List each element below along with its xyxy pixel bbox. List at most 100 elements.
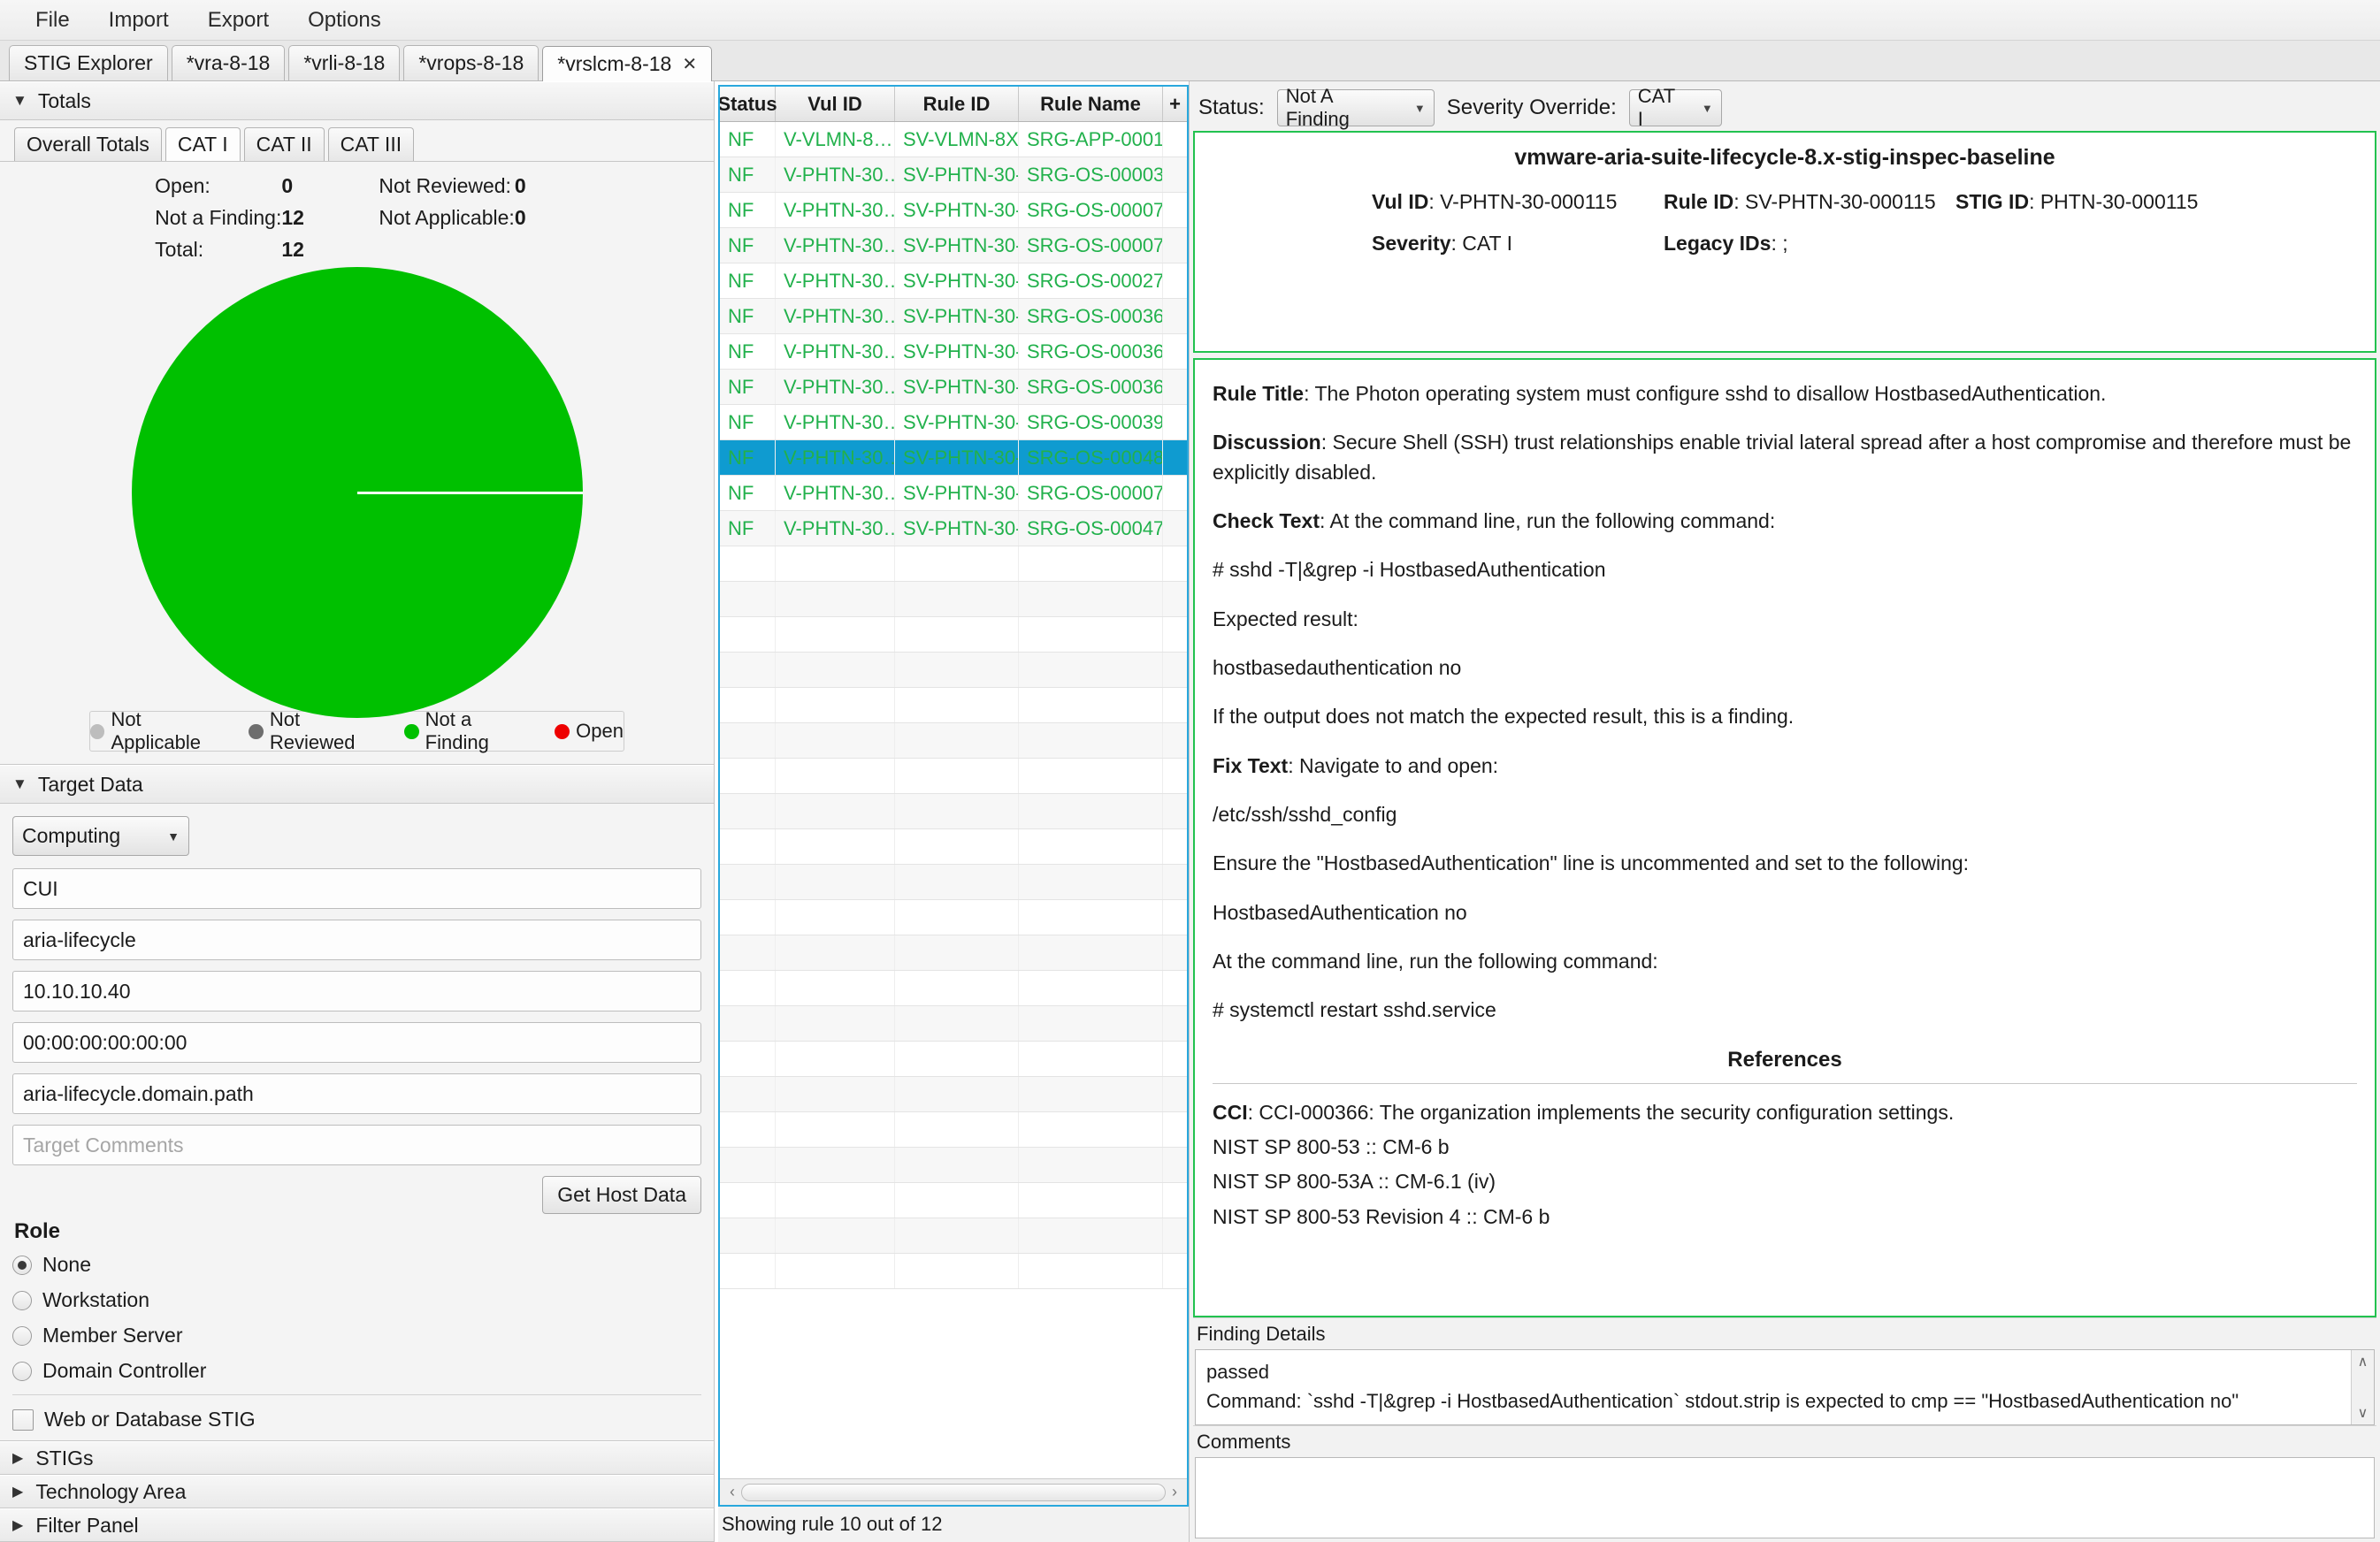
target-comments-input[interactable]: Target Comments — [12, 1125, 701, 1165]
table-row-empty[interactable] — [720, 865, 1187, 900]
scroll-right-icon[interactable]: › — [1166, 1483, 1183, 1501]
cat-tab-cat1[interactable]: CAT I — [165, 127, 241, 161]
cat-tab-cat2[interactable]: CAT II — [243, 127, 325, 161]
column-header-vul-id[interactable]: Vul ID — [776, 87, 895, 121]
cell-empty — [720, 1077, 776, 1111]
stigs-section-title: STIGs — [35, 1446, 94, 1469]
rule-grid-horizontal-scrollbar[interactable]: ‹ › — [720, 1478, 1187, 1505]
table-row-empty[interactable] — [720, 617, 1187, 653]
ip-address-input[interactable]: 10.10.10.40 — [12, 971, 701, 1011]
divider — [12, 1394, 701, 1395]
table-row-empty[interactable] — [720, 723, 1187, 759]
chevron-down-icon: ▼ — [12, 92, 27, 109]
web-or-db-stig-checkbox-row[interactable]: Web or Database STIG — [12, 1408, 701, 1431]
cell-empty — [720, 688, 776, 722]
table-row-empty[interactable] — [720, 971, 1187, 1006]
role-radio-member-server[interactable]: Member Server — [12, 1324, 701, 1347]
table-row[interactable]: NFV-PHTN-30…SV-PHTN-30-…SRG-OS-00048… — [720, 440, 1187, 476]
main-body: ▼ Totals Overall Totals CAT I CAT II CAT… — [0, 81, 2380, 1542]
table-row-empty[interactable] — [720, 653, 1187, 688]
table-row-empty[interactable] — [720, 1042, 1187, 1077]
tab-label: *vrslcm-8-18 — [557, 52, 672, 75]
table-row-empty[interactable] — [720, 900, 1187, 935]
totals-section-header[interactable]: ▼ Totals — [0, 81, 714, 120]
menu-options[interactable]: Options — [288, 4, 401, 36]
status-select[interactable]: Not A Finding ▼ — [1276, 85, 1435, 130]
table-row[interactable]: NFV-PHTN-30…SV-PHTN-30-…SRG-OS-00027… — [720, 263, 1187, 299]
add-column-button[interactable]: + — [1163, 87, 1187, 121]
table-row-empty[interactable] — [720, 1112, 1187, 1148]
table-row-empty[interactable] — [720, 759, 1187, 794]
cat-tab-strip: Overall Totals CAT I CAT II CAT III — [0, 120, 714, 161]
stigs-section-header[interactable]: ▶ STIGs — [0, 1441, 714, 1475]
table-row[interactable]: NFV-PHTN-30…SV-PHTN-30-…SRG-OS-00036… — [720, 370, 1187, 405]
finding-details-textarea[interactable]: passed Command: `sshd -T|&grep -i Hostba… — [1195, 1349, 2375, 1425]
menu-file[interactable]: File — [16, 4, 89, 36]
fqdn-input[interactable]: aria-lifecycle.domain.path — [12, 1073, 701, 1114]
table-row[interactable]: NFV-PHTN-30…SV-PHTN-30-…SRG-OS-00036… — [720, 299, 1187, 334]
severity-override-select[interactable]: CAT I ▼ — [1628, 85, 1722, 130]
scroll-down-icon[interactable]: ∨ — [2358, 1404, 2369, 1422]
scroll-up-icon[interactable]: ∧ — [2358, 1353, 2369, 1370]
tab-vrops-8-18[interactable]: *vrops-8-18 — [403, 45, 540, 80]
table-row[interactable]: NFV-PHTN-30…SV-PHTN-30-…SRG-OS-00007… — [720, 193, 1187, 228]
technology-area-section-title: Technology Area — [35, 1479, 187, 1503]
table-row-empty[interactable] — [720, 688, 1187, 723]
scrollbar-thumb[interactable] — [741, 1483, 1166, 1501]
table-row-empty[interactable] — [720, 1254, 1187, 1289]
menu-import[interactable]: Import — [89, 4, 188, 36]
target-type-select[interactable]: Computing ▼ — [12, 816, 189, 856]
finding-details-vertical-scrollbar[interactable]: ∧ ∨ — [2351, 1350, 2374, 1424]
role-radio-workstation[interactable]: Workstation — [12, 1288, 701, 1312]
column-header-rule-name[interactable]: Rule Name — [1019, 87, 1163, 121]
cell-empty — [1163, 1042, 1187, 1076]
table-row-empty[interactable] — [720, 1077, 1187, 1112]
marking-input[interactable]: CUI — [12, 868, 701, 909]
cell-spacer — [1163, 370, 1187, 404]
tab-vrslcm-8-18[interactable]: *vrslcm-8-18 ✕ — [542, 46, 713, 81]
references-divider — [1213, 1082, 2357, 1084]
table-row[interactable]: NFV-PHTN-30…SV-PHTN-30-…SRG-OS-00036… — [720, 334, 1187, 370]
cell-empty — [1019, 1112, 1163, 1147]
legend-dot-icon — [555, 723, 570, 739]
column-header-status[interactable]: Status — [720, 87, 777, 121]
close-icon[interactable]: ✕ — [682, 53, 697, 75]
role-radio-none[interactable]: None — [12, 1253, 701, 1277]
scroll-left-icon[interactable]: ‹ — [723, 1483, 741, 1501]
table-row-empty[interactable] — [720, 935, 1187, 971]
mac-address-input[interactable]: 00:00:00:00:00:00 — [12, 1022, 701, 1063]
table-row[interactable]: NFV-PHTN-30…SV-PHTN-30-…SRG-OS-00007… — [720, 228, 1187, 263]
cell-rule-name: SRG-OS-00048… — [1019, 440, 1163, 475]
table-row[interactable]: NFV-VLMN-8…SV-VLMN-8X-…SRG-APP-0001… — [720, 122, 1187, 157]
target-data-section-header[interactable]: ▼ Target Data — [0, 765, 714, 804]
tab-vrli-8-18[interactable]: *vrli-8-18 — [288, 45, 401, 80]
table-row-empty[interactable] — [720, 1218, 1187, 1254]
technology-area-section-header[interactable]: ▶ Technology Area — [0, 1475, 714, 1508]
table-row-empty[interactable] — [720, 1183, 1187, 1218]
table-row[interactable]: NFV-PHTN-30…SV-PHTN-30-…SRG-OS-00047… — [720, 511, 1187, 546]
comments-textarea[interactable] — [1195, 1457, 2375, 1538]
table-row-empty[interactable] — [720, 1006, 1187, 1042]
radio-icon — [12, 1290, 32, 1310]
table-row-empty[interactable] — [720, 546, 1187, 582]
table-row[interactable]: NFV-PHTN-30…SV-PHTN-30-…SRG-OS-00039… — [720, 405, 1187, 440]
table-row[interactable]: NFV-PHTN-30…SV-PHTN-30-…SRG-OS-00003… — [720, 157, 1187, 193]
role-radio-domain-controller[interactable]: Domain Controller — [12, 1359, 701, 1383]
benchmark-title: vmware-aria-suite-lifecycle-8.x-stig-ins… — [1514, 145, 2055, 170]
column-header-rule-id[interactable]: Rule ID — [895, 87, 1019, 121]
cat-tab-overall[interactable]: Overall Totals — [14, 127, 162, 161]
cat-tab-cat3[interactable]: CAT III — [327, 127, 415, 161]
menu-export[interactable]: Export — [188, 4, 288, 36]
tab-stig-explorer[interactable]: STIG Explorer — [9, 45, 168, 80]
table-row-empty[interactable] — [720, 1148, 1187, 1183]
table-row-empty[interactable] — [720, 829, 1187, 865]
table-row[interactable]: NFV-PHTN-30…SV-PHTN-30-…SRG-OS-00007… — [720, 476, 1187, 511]
host-name-input[interactable]: aria-lifecycle — [12, 920, 701, 960]
get-host-data-button[interactable]: Get Host Data — [542, 1176, 701, 1214]
filter-panel-section-header[interactable]: ▶ Filter Panel — [0, 1508, 714, 1542]
cell-empty — [720, 1254, 776, 1288]
table-row-empty[interactable] — [720, 582, 1187, 617]
stat-spacer — [343, 206, 379, 230]
table-row-empty[interactable] — [720, 794, 1187, 829]
tab-vra-8-18[interactable]: *vra-8-18 — [171, 45, 286, 80]
